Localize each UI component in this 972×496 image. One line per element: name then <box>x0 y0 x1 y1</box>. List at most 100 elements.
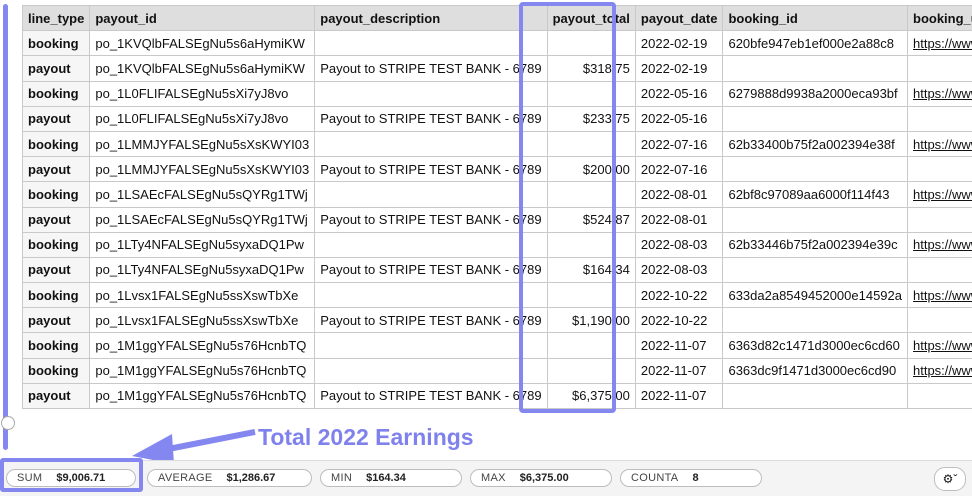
cell-payout-id[interactable]: po_1Lvsx1FALSEgNu5ssXswTbXe <box>90 283 315 308</box>
cell-booking-url[interactable]: https://www.pee <box>908 358 972 383</box>
cell-payout-id[interactable]: po_1Lvsx1FALSEgNu5ssXswTbXe <box>90 308 315 333</box>
column-header[interactable]: payout_description <box>315 6 547 31</box>
cell-payout-date[interactable]: 2022-02-19 <box>635 56 723 81</box>
cell-payout-date[interactable]: 2022-11-07 <box>635 333 723 358</box>
cell-payout-description[interactable]: Payout to STRIPE TEST BANK - 6789 <box>315 383 547 408</box>
cell-payout-date[interactable]: 2022-11-07 <box>635 358 723 383</box>
cell-booking-url[interactable]: https://www.pee <box>908 232 972 257</box>
cell-payout-description[interactable]: Payout to STRIPE TEST BANK - 6789 <box>315 106 547 131</box>
cell-payout-description[interactable] <box>315 283 547 308</box>
cell-line-type[interactable]: payout <box>23 56 90 81</box>
cell-booking-url[interactable] <box>908 106 972 131</box>
cell-payout-date[interactable]: 2022-08-03 <box>635 257 723 282</box>
cell-payout-description[interactable] <box>315 81 547 106</box>
cell-payout-description[interactable] <box>315 131 547 156</box>
cell-payout-id[interactable]: po_1M1ggYFALSEgNu5s76HcnbTQ <box>90 383 315 408</box>
cell-booking-id[interactable] <box>723 257 908 282</box>
cell-booking-url[interactable]: https://www.pee <box>908 182 972 207</box>
cell-payout-description[interactable] <box>315 182 547 207</box>
cell-booking-url[interactable] <box>908 56 972 81</box>
cell-payout-date[interactable]: 2022-02-19 <box>635 31 723 56</box>
column-header[interactable]: payout_id <box>90 6 315 31</box>
cell-payout-id[interactable]: po_1LMMJYFALSEgNu5sXsKWYI03 <box>90 131 315 156</box>
cell-booking-url[interactable]: https://www.pee <box>908 131 972 156</box>
cell-payout-date[interactable]: 2022-08-01 <box>635 207 723 232</box>
cell-line-type[interactable]: booking <box>23 182 90 207</box>
cell-payout-id[interactable]: po_1LSAEcFALSEgNu5sQYRg1TWj <box>90 207 315 232</box>
cell-booking-id[interactable]: 633da2a8549452000e14592a <box>723 283 908 308</box>
cell-booking-url[interactable]: https://www.pee <box>908 283 972 308</box>
cell-payout-description[interactable]: Payout to STRIPE TEST BANK - 6789 <box>315 308 547 333</box>
cell-booking-url[interactable]: https://www.pee <box>908 333 972 358</box>
cell-payout-description[interactable]: Payout to STRIPE TEST BANK - 6789 <box>315 207 547 232</box>
cell-payout-total[interactable] <box>547 358 635 383</box>
cell-payout-id[interactable]: po_1L0FLIFALSEgNu5sXi7yJ8vo <box>90 81 315 106</box>
cell-payout-description[interactable]: Payout to STRIPE TEST BANK - 6789 <box>315 56 547 81</box>
cell-line-type[interactable]: payout <box>23 207 90 232</box>
cell-payout-total[interactable]: $1,190.00 <box>547 308 635 333</box>
cell-booking-id[interactable] <box>723 106 908 131</box>
min-pill[interactable]: MIN $164.34 <box>320 469 462 487</box>
cell-payout-total[interactable]: $524.87 <box>547 207 635 232</box>
cell-booking-id[interactable] <box>723 383 908 408</box>
cell-booking-id[interactable] <box>723 207 908 232</box>
cell-payout-date[interactable]: 2022-08-01 <box>635 182 723 207</box>
max-pill[interactable]: MAX $6,375.00 <box>470 469 612 487</box>
cell-booking-id[interactable]: 620bfe947eb1ef000e2a88c8 <box>723 31 908 56</box>
column-header[interactable]: booking_id <box>723 6 908 31</box>
cell-booking-url[interactable]: https://www.pee <box>908 31 972 56</box>
cell-payout-total[interactable] <box>547 333 635 358</box>
column-header[interactable]: payout_date <box>635 6 723 31</box>
cell-payout-id[interactable]: po_1LSAEcFALSEgNu5sQYRg1TWj <box>90 182 315 207</box>
cell-booking-id[interactable]: 6363d82c1471d3000ec6cd60 <box>723 333 908 358</box>
cell-booking-id[interactable] <box>723 157 908 182</box>
resize-handle[interactable] <box>1 416 15 430</box>
cell-payout-total[interactable]: $318.75 <box>547 56 635 81</box>
cell-payout-id[interactable]: po_1KVQlbFALSEgNu5s6aHymiKW <box>90 31 315 56</box>
cell-line-type[interactable]: payout <box>23 308 90 333</box>
counta-pill[interactable]: COUNTA 8 <box>620 469 762 487</box>
cell-booking-url[interactable] <box>908 308 972 333</box>
cell-booking-id[interactable]: 62b33400b75f2a002394e38f <box>723 131 908 156</box>
cell-payout-total[interactable] <box>547 283 635 308</box>
cell-payout-total[interactable]: $6,375.00 <box>547 383 635 408</box>
cell-line-type[interactable]: booking <box>23 31 90 56</box>
cell-payout-description[interactable] <box>315 232 547 257</box>
cell-payout-id[interactable]: po_1KVQlbFALSEgNu5s6aHymiKW <box>90 56 315 81</box>
cell-booking-url[interactable] <box>908 257 972 282</box>
cell-payout-description[interactable] <box>315 333 547 358</box>
cell-payout-total[interactable] <box>547 131 635 156</box>
cell-booking-url[interactable] <box>908 157 972 182</box>
cell-booking-id[interactable] <box>723 308 908 333</box>
cell-payout-total[interactable]: $233.75 <box>547 106 635 131</box>
cell-payout-total[interactable] <box>547 31 635 56</box>
cell-payout-id[interactable]: po_1LMMJYFALSEgNu5sXsKWYI03 <box>90 157 315 182</box>
cell-line-type[interactable]: payout <box>23 257 90 282</box>
cell-payout-id[interactable]: po_1M1ggYFALSEgNu5s76HcnbTQ <box>90 333 315 358</box>
cell-payout-total[interactable]: $164.34 <box>547 257 635 282</box>
cell-payout-total[interactable] <box>547 182 635 207</box>
cell-line-type[interactable]: booking <box>23 333 90 358</box>
cell-booking-id[interactable]: 62b33446b75f2a002394e39c <box>723 232 908 257</box>
cell-payout-date[interactable]: 2022-05-16 <box>635 81 723 106</box>
cell-line-type[interactable]: booking <box>23 283 90 308</box>
cell-payout-id[interactable]: po_1M1ggYFALSEgNu5s76HcnbTQ <box>90 358 315 383</box>
column-header[interactable]: payout_total <box>547 6 635 31</box>
cell-line-type[interactable]: payout <box>23 106 90 131</box>
average-pill[interactable]: AVERAGE $1,286.67 <box>147 469 312 487</box>
column-header[interactable]: line_type <box>23 6 90 31</box>
cell-payout-date[interactable]: 2022-10-22 <box>635 308 723 333</box>
cell-payout-id[interactable]: po_1LTy4NFALSEgNu5syxaDQ1Pw <box>90 257 315 282</box>
cell-booking-url[interactable] <box>908 383 972 408</box>
cell-booking-id[interactable]: 6363dc9f1471d3000ec6cd90 <box>723 358 908 383</box>
cell-payout-id[interactable]: po_1L0FLIFALSEgNu5sXi7yJ8vo <box>90 106 315 131</box>
cell-payout-total[interactable] <box>547 81 635 106</box>
cell-line-type[interactable]: booking <box>23 131 90 156</box>
cell-payout-description[interactable] <box>315 358 547 383</box>
cell-booking-id[interactable] <box>723 56 908 81</box>
cell-payout-date[interactable]: 2022-11-07 <box>635 383 723 408</box>
cell-booking-url[interactable] <box>908 207 972 232</box>
cell-payout-date[interactable]: 2022-05-16 <box>635 106 723 131</box>
cell-payout-total[interactable] <box>547 232 635 257</box>
cell-line-type[interactable]: payout <box>23 383 90 408</box>
